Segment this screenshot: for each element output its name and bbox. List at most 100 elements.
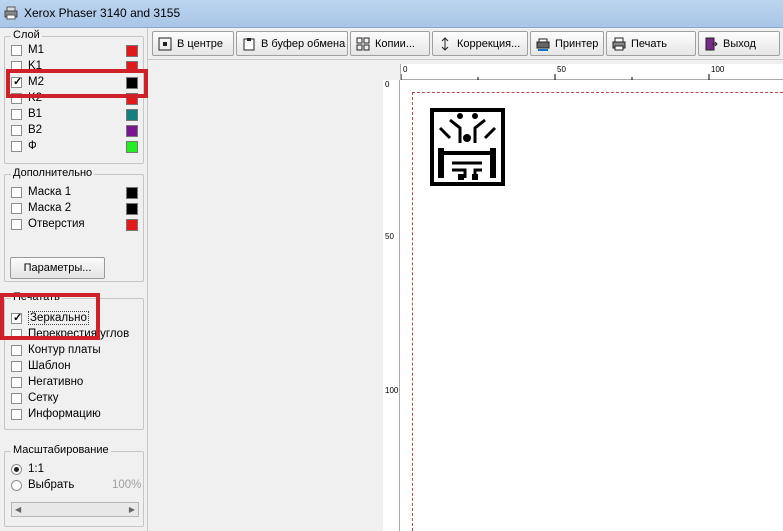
layer-m1-label: M1 (28, 44, 44, 56)
ruler-left[interactable]: 0 50 100 (383, 80, 400, 531)
layer-m1-color-swatch[interactable] (126, 45, 138, 57)
mask1-row[interactable]: Маска 1 (11, 185, 139, 201)
grid-checkbox[interactable] (11, 393, 22, 404)
scale-custom-radio[interactable] (11, 480, 22, 491)
scale-slider[interactable]: ◀ ▶ (11, 502, 139, 517)
negative-label: Негативно (28, 376, 84, 388)
layer-f-color-swatch[interactable] (126, 141, 138, 153)
mask2-label: Маска 2 (28, 202, 72, 214)
printer-setup-button[interactable]: Принтер (530, 31, 604, 56)
scale-1to1-radio[interactable] (11, 464, 22, 475)
ruler-left-tick-50: 50 (385, 232, 394, 241)
print-button[interactable]: Печать (606, 31, 696, 56)
info-row[interactable]: Информацию (11, 407, 139, 423)
scale-percent: 100% (112, 479, 142, 491)
center-button[interactable]: В центре (152, 31, 234, 56)
exit-button[interactable]: Выход (698, 31, 780, 56)
ruler-top-tick-100: 100 (711, 65, 725, 74)
clipboard-icon (243, 38, 255, 51)
board-outline-label: Контур платы (28, 344, 101, 356)
printer-setup-icon (536, 38, 550, 51)
center-icon (158, 37, 172, 51)
copies-button-label: Копии... (375, 38, 415, 50)
template-row[interactable]: Шаблон (11, 359, 139, 375)
mask2-checkbox[interactable] (11, 203, 22, 214)
highlight-box-m2 (6, 69, 148, 98)
mask1-checkbox[interactable] (11, 187, 22, 198)
layer-b1-checkbox[interactable] (11, 109, 22, 120)
board-outline-row[interactable]: Контур платы (11, 343, 139, 359)
additional-group: Дополнительно Маска 1 Маска 2 Отверстия … (4, 167, 144, 282)
negative-checkbox[interactable] (11, 377, 22, 388)
clipboard-button-label: В буфер обмена (261, 38, 346, 50)
holes-color-swatch[interactable] (126, 219, 138, 231)
mask2-color-swatch[interactable] (126, 203, 138, 215)
ruler-top-tick-0: 0 (403, 65, 408, 74)
additional-legend: Дополнительно (11, 167, 95, 179)
mask1-color-swatch[interactable] (126, 187, 138, 199)
holes-checkbox[interactable] (11, 219, 22, 230)
toolbar: В центре В буфер обмена Копии... Коррекц… (148, 28, 783, 60)
scale-custom-label: Выбрать (28, 479, 75, 491)
print-icon (612, 37, 626, 51)
layer-f-label: Ф (28, 140, 37, 152)
parameters-button[interactable]: Параметры... (10, 257, 105, 279)
ruler-left-tick-0: 0 (385, 80, 390, 89)
layer-f-checkbox[interactable] (11, 141, 22, 152)
scale-1to1-label: 1:1 (28, 463, 44, 475)
page-margin-left-line (412, 92, 413, 531)
correction-arrows-icon (441, 37, 449, 51)
mask1-label: Маска 1 (28, 186, 72, 198)
scale-group: Масштабирование 1:1 Выбрать 100% ◀ ▶ (4, 444, 144, 527)
holes-row[interactable]: Отверстия (11, 217, 139, 233)
template-checkbox[interactable] (11, 361, 22, 372)
slider-left-arrow-icon[interactable]: ◀ (15, 505, 21, 514)
pcb-preview-image (430, 108, 505, 186)
left-panel: Слой M1 K1 ✓ M2 K2 B1 B2 Ф Дополнительно… (0, 28, 148, 531)
layers-legend: Слой (11, 29, 42, 41)
layer-m1-checkbox[interactable] (11, 45, 22, 56)
holes-label: Отверстия (28, 218, 85, 230)
template-label: Шаблон (28, 360, 71, 372)
layer-b2[interactable]: B2 (11, 123, 139, 139)
layers-group: Слой M1 K1 ✓ M2 K2 B1 B2 Ф (4, 29, 144, 164)
page-margin-top-line (412, 92, 783, 93)
mask2-row[interactable]: Маска 2 (11, 201, 139, 217)
info-checkbox[interactable] (11, 409, 22, 420)
correction-button-label: Коррекция... (457, 38, 521, 50)
negative-row[interactable]: Негативно (11, 375, 139, 391)
ruler-top[interactable]: 0 50 100 (400, 64, 783, 80)
scale-custom-row[interactable]: Выбрать 100% (11, 478, 142, 494)
grid-row[interactable]: Сетку (11, 391, 139, 407)
info-label: Информацию (28, 408, 101, 420)
scale-1to1-row[interactable]: 1:1 (11, 462, 139, 478)
printer-app-icon (4, 6, 18, 20)
layer-m1[interactable]: M1 (11, 43, 139, 59)
ruler-left-tick-100: 100 (385, 386, 399, 395)
copies-grid-icon (356, 37, 370, 51)
printer-setup-button-label: Принтер (555, 38, 599, 50)
highlight-box-mirror (0, 293, 100, 340)
exit-button-label: Выход (723, 38, 756, 50)
title-bar: Xerox Phaser 3140 and 3155 (0, 0, 783, 28)
center-button-label: В центре (177, 38, 224, 50)
print-button-label: Печать (631, 38, 668, 50)
layer-b1-color-swatch[interactable] (126, 109, 138, 121)
layer-b2-checkbox[interactable] (11, 125, 22, 136)
copies-button[interactable]: Копии... (350, 31, 430, 56)
scale-legend: Масштабирование (11, 444, 111, 456)
correction-button[interactable]: Коррекция... (432, 31, 528, 56)
exit-door-icon (705, 37, 718, 51)
layer-b1[interactable]: B1 (11, 107, 139, 123)
layer-b2-color-swatch[interactable] (126, 125, 138, 137)
radio-dot-icon (14, 467, 19, 472)
layer-b2-label: B2 (28, 124, 43, 136)
slider-right-arrow-icon[interactable]: ▶ (129, 505, 135, 514)
clipboard-button[interactable]: В буфер обмена (236, 31, 348, 56)
layer-b1-label: B1 (28, 108, 43, 120)
window-title: Xerox Phaser 3140 and 3155 (24, 6, 181, 20)
layer-f[interactable]: Ф (11, 139, 139, 155)
board-outline-checkbox[interactable] (11, 345, 22, 356)
ruler-top-tick-50: 50 (557, 65, 566, 74)
grid-label: Сетку (28, 392, 59, 404)
